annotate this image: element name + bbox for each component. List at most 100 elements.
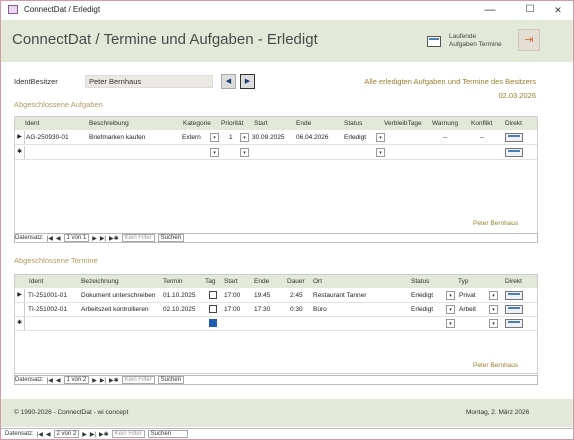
- new-record-button[interactable]: ▶✱: [109, 235, 119, 242]
- prioritaet-dropdown[interactable]: ▾: [240, 148, 249, 157]
- direkt-button[interactable]: [505, 319, 523, 328]
- prioritaet-dropdown[interactable]: ▾: [240, 133, 249, 142]
- status-dropdown[interactable]: ▾: [446, 305, 455, 314]
- last-record-button[interactable]: ▶|: [100, 377, 106, 384]
- exit-button[interactable]: ⇥: [518, 29, 540, 51]
- status-dropdown[interactable]: ▾: [376, 133, 385, 142]
- status-dropdown[interactable]: ▾: [376, 148, 385, 157]
- col-typ: Typ: [458, 278, 469, 285]
- prev-owner-button[interactable]: ◀: [221, 74, 236, 89]
- last-record-button[interactable]: ▶|: [90, 431, 96, 438]
- task-beschreibung: Briefmarken kaufen: [89, 134, 146, 141]
- direkt-button[interactable]: [505, 148, 523, 157]
- search-input[interactable]: Suchen: [147, 430, 188, 438]
- direkt-button[interactable]: [505, 133, 523, 142]
- minimize-button[interactable]: —: [480, 3, 500, 17]
- next-record-button[interactable]: ▶: [82, 431, 87, 438]
- typ-dropdown[interactable]: ▾: [489, 319, 498, 328]
- direkt-button[interactable]: [505, 291, 523, 300]
- task-warnung: --: [443, 134, 448, 141]
- status-dropdown[interactable]: ▾: [446, 291, 455, 300]
- prev-record-button[interactable]: ◀: [56, 377, 61, 384]
- col-ort: Ort: [313, 278, 323, 285]
- col-direkt: Direkt: [505, 278, 522, 285]
- laufende-aufgaben-button[interactable]: Laufende Aufgaben Termine: [423, 28, 509, 54]
- col-status: Status: [344, 120, 363, 127]
- task-kategorie: Extern: [182, 134, 201, 141]
- last-record-button[interactable]: ▶|: [100, 235, 106, 242]
- form-icon: [8, 5, 18, 14]
- first-record-button[interactable]: |◀: [47, 235, 53, 242]
- owner-label: IdentBesitzer: [14, 77, 58, 86]
- col-verbleibtage: VerbleibTage: [384, 120, 422, 127]
- recnav-label: Datensatz:: [15, 235, 44, 241]
- col-ident: Ident: [29, 278, 44, 285]
- main-record-navigator: Datensatz: |◀ ◀ 2 von 2 ▶ ▶| ▶✱ Kein Fil…: [1, 428, 573, 439]
- copyright-text: © 1990-2026 - ConnectDat - wi concept: [14, 409, 129, 416]
- info-date: 02.03.2026: [498, 91, 536, 100]
- appt-status: Erledigt: [411, 292, 434, 299]
- close-button[interactable]: ✕: [548, 3, 568, 17]
- tag-checkbox[interactable]: [209, 305, 217, 313]
- col-ende: Ende: [254, 278, 270, 285]
- col-tag: Tag: [205, 278, 216, 285]
- filter-button[interactable]: Kein Filter: [121, 376, 155, 384]
- appt-dauer: 2:45: [290, 292, 303, 299]
- laufende-label: Laufende Aufgaben Termine: [449, 33, 502, 48]
- prev-record-button[interactable]: ◀: [46, 431, 51, 438]
- row-selector[interactable]: ▶: [15, 289, 25, 302]
- new-row-selector[interactable]: ✱: [15, 317, 25, 330]
- owner-field[interactable]: Peter Bernhaus: [85, 75, 213, 88]
- record-position[interactable]: 1 von 2: [63, 376, 90, 384]
- table-row[interactable]: ▶ TI-251001-01 Dokument unterschreiben 0…: [15, 289, 537, 303]
- appt-ident: TI-251002-01: [28, 306, 68, 313]
- record-position[interactable]: 1 von 1: [63, 234, 90, 242]
- next-owner-button[interactable]: ▶: [240, 74, 255, 89]
- task-ident: AG-250930-01: [26, 134, 69, 141]
- col-kategorie: Kategorie: [183, 120, 211, 127]
- table-row-new[interactable]: ✱ ▾ ▾ ▾: [15, 146, 537, 160]
- direkt-button[interactable]: [505, 305, 523, 314]
- new-record-button[interactable]: ▶✱: [109, 377, 119, 384]
- new-row-selector[interactable]: ✱: [15, 146, 25, 159]
- task-ende: 06.04.2026: [296, 134, 329, 141]
- appt-start: 17:00: [224, 292, 241, 299]
- col-status: Status: [411, 278, 430, 285]
- table-row[interactable]: TI-251002-01 Arbeitszeit kontrollieren 0…: [15, 303, 537, 317]
- form-title: ConnectDat / Termine und Aufgaben - Erle…: [12, 31, 318, 48]
- next-record-button[interactable]: ▶: [92, 377, 97, 384]
- record-position[interactable]: 2 von 2: [53, 430, 80, 438]
- table-row-new[interactable]: ✱ ▾ ▾: [15, 317, 537, 331]
- appt-ort: Büro: [313, 306, 327, 313]
- appt-bezeichnung: Dokument unterschreiben: [81, 292, 156, 299]
- appt-status: Erledigt: [411, 306, 434, 313]
- search-input[interactable]: Suchen: [157, 376, 185, 384]
- kategorie-dropdown[interactable]: ▾: [210, 133, 219, 142]
- prev-record-button[interactable]: ◀: [56, 235, 61, 242]
- row-selector[interactable]: ▶: [15, 131, 25, 144]
- col-termin: Termin: [163, 278, 183, 285]
- appt-typ: Privat: [459, 292, 476, 299]
- filter-button[interactable]: Kein Filter: [111, 430, 145, 438]
- tag-checkbox[interactable]: [209, 291, 217, 299]
- tasks-record-navigator: Datensatz: |◀ ◀ 1 von 1 ▶ ▶| ▶✱ Kein Fil…: [14, 233, 538, 243]
- kategorie-dropdown[interactable]: ▾: [210, 148, 219, 157]
- info-text: Alle erledigten Aufgaben und Termine des…: [364, 77, 536, 86]
- next-record-button[interactable]: ▶: [92, 235, 97, 242]
- row-selector[interactable]: [15, 303, 25, 316]
- search-input[interactable]: Suchen: [157, 234, 185, 242]
- status-dropdown[interactable]: ▾: [446, 319, 455, 328]
- recnav-label: Datensatz:: [15, 377, 44, 383]
- task-prioritaet: 1: [229, 134, 233, 141]
- first-record-button[interactable]: |◀: [47, 377, 53, 384]
- appt-ende: 19:45: [254, 292, 271, 299]
- maximize-button[interactable]: ☐: [520, 3, 540, 17]
- col-ende: Ende: [296, 120, 312, 127]
- filter-button[interactable]: Kein Filter: [121, 234, 155, 242]
- new-record-button[interactable]: ▶✱: [99, 431, 109, 438]
- table-row[interactable]: ▶ AG-250930-01 Briefmarken kaufen Extern…: [15, 131, 537, 145]
- typ-dropdown[interactable]: ▾: [489, 291, 498, 300]
- typ-dropdown[interactable]: ▾: [489, 305, 498, 314]
- tag-checkbox[interactable]: [209, 319, 217, 327]
- first-record-button[interactable]: |◀: [37, 431, 43, 438]
